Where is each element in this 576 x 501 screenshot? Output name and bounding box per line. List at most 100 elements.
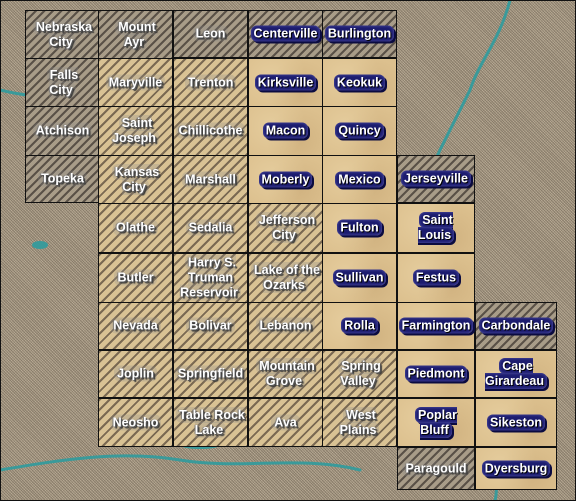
quad-harry-s-truman-reservoir[interactable]: Harry S. Truman Reservoir bbox=[173, 253, 248, 303]
quad-sikeston[interactable]: Sikeston bbox=[475, 398, 557, 447]
quad-cape-girardeau[interactable]: Cape Girardeau bbox=[475, 350, 557, 398]
quad-mexico[interactable]: Mexico bbox=[322, 155, 397, 205]
quad-spring-valley[interactable]: Spring Valley bbox=[322, 350, 397, 398]
quad-label: Leon bbox=[174, 25, 247, 42]
quad-sullivan[interactable]: Sullivan bbox=[322, 253, 397, 303]
quad-label-text: Sedalia bbox=[185, 219, 236, 236]
quad-label-text: Nebraska City bbox=[32, 19, 93, 50]
quad-marshall[interactable]: Marshall bbox=[173, 155, 248, 205]
quad-label-text: Atchison bbox=[32, 122, 93, 139]
quad-farmington[interactable]: Farmington bbox=[397, 302, 475, 350]
quad-trenton[interactable]: Trenton bbox=[173, 58, 248, 108]
quad-label: Trenton bbox=[174, 74, 247, 91]
quad-label: Topeka bbox=[26, 170, 99, 187]
quad-label-text: Saint Joseph bbox=[112, 115, 159, 146]
quad-label-text: Keokuk bbox=[333, 74, 386, 91]
quad-label-text: Poplar Bluff bbox=[415, 406, 457, 438]
quad-joplin[interactable]: Joplin bbox=[98, 350, 173, 398]
quad-maryville[interactable]: Maryville bbox=[98, 58, 173, 108]
quad-piedmont[interactable]: Piedmont bbox=[397, 350, 475, 398]
quad-olathe[interactable]: Olathe bbox=[98, 203, 173, 253]
quad-west-plains[interactable]: West Plains bbox=[322, 398, 397, 447]
quad-label-text: Cape Girardeau bbox=[484, 358, 548, 389]
quad-label-text: Carbondale bbox=[478, 317, 554, 334]
quad-chillicothe[interactable]: Chillicothe bbox=[173, 106, 248, 156]
quad-jerseyville[interactable]: Jerseyville bbox=[397, 155, 475, 203]
quad-macon[interactable]: Macon bbox=[248, 106, 323, 156]
quad-label-text: Quincy bbox=[335, 122, 384, 139]
quad-centerville[interactable]: Centerville bbox=[248, 10, 323, 58]
quad-jefferson-city[interactable]: Jefferson City bbox=[248, 203, 323, 253]
quad-label: Centerville bbox=[249, 25, 322, 42]
quad-label-text: Spring Valley bbox=[338, 358, 381, 389]
quad-springfield[interactable]: Springfield bbox=[173, 350, 248, 398]
quad-label-text: Mountain Grove bbox=[256, 358, 315, 389]
quad-kirksville[interactable]: Kirksville bbox=[248, 58, 323, 108]
quad-label: Cape Girardeau bbox=[476, 358, 556, 389]
quad-topeka[interactable]: Topeka bbox=[25, 155, 100, 203]
quad-label: Spring Valley bbox=[323, 358, 396, 389]
quad-label-text: Rolla bbox=[341, 317, 378, 334]
quad-label-text: Leon bbox=[192, 25, 229, 42]
quad-table-rock-lake[interactable]: Table Rock Lake bbox=[173, 398, 248, 447]
quad-label: Keokuk bbox=[323, 74, 396, 91]
quad-label-text: Moberly bbox=[258, 171, 313, 188]
quad-butler[interactable]: Butler bbox=[98, 253, 173, 303]
quad-label: Mexico bbox=[323, 171, 396, 188]
quad-burlington[interactable]: Burlington bbox=[322, 10, 397, 58]
quad-label-text: Table Rock Lake bbox=[176, 406, 245, 438]
quad-label-text: Jerseyville bbox=[401, 170, 471, 187]
quad-label-text: Olathe bbox=[113, 219, 158, 236]
quad-carbondale[interactable]: Carbondale bbox=[475, 302, 557, 350]
quad-label: Burlington bbox=[323, 25, 396, 42]
quad-fulton[interactable]: Fulton bbox=[322, 203, 397, 253]
quad-dyersburg[interactable]: Dyersburg bbox=[475, 447, 557, 490]
quad-lake-of-the-ozarks[interactable]: Lake of the Ozarks bbox=[248, 253, 323, 303]
quad-label-text: Trenton bbox=[184, 74, 237, 91]
quad-mountain-grove[interactable]: Mountain Grove bbox=[248, 350, 323, 398]
quad-mount-ayr[interactable]: Mount Ayr bbox=[98, 10, 173, 60]
quad-quincy[interactable]: Quincy bbox=[322, 106, 397, 156]
quad-label-text: Sullivan bbox=[332, 269, 387, 286]
quad-label: Mountain Grove bbox=[249, 358, 322, 389]
quad-label-text: Springfield bbox=[174, 365, 247, 382]
quad-neosho[interactable]: Neosho bbox=[98, 398, 173, 447]
quad-nebraska-city[interactable]: Nebraska City bbox=[25, 10, 100, 60]
quad-label: Macon bbox=[249, 122, 322, 139]
quad-festus[interactable]: Festus bbox=[397, 253, 475, 303]
quad-label-text: Lebanon bbox=[256, 317, 315, 334]
quad-label: Table Rock Lake bbox=[174, 406, 247, 438]
quad-label: Nebraska City bbox=[26, 19, 99, 50]
quad-label: Sullivan bbox=[323, 269, 396, 286]
quad-falls-city[interactable]: Falls City bbox=[25, 58, 100, 108]
quad-label: Lebanon bbox=[249, 317, 322, 334]
quad-label: Maryville bbox=[99, 74, 172, 91]
quad-label-text: Mount Ayr bbox=[115, 19, 156, 50]
quad-label-text: Saint Louis bbox=[417, 212, 455, 243]
quad-label-text: Piedmont bbox=[404, 365, 468, 382]
quad-leon[interactable]: Leon bbox=[173, 10, 248, 58]
quad-ava[interactable]: Ava bbox=[248, 398, 323, 447]
quad-label: Piedmont bbox=[398, 365, 474, 382]
quad-rolla[interactable]: Rolla bbox=[322, 302, 397, 350]
quad-label: Quincy bbox=[323, 122, 396, 139]
quad-moberly[interactable]: Moberly bbox=[248, 155, 323, 205]
quad-keokuk[interactable]: Keokuk bbox=[322, 58, 397, 108]
quad-label: Rolla bbox=[323, 317, 396, 334]
quad-paragould[interactable]: Paragould bbox=[397, 447, 475, 490]
quad-label-text: Topeka bbox=[38, 170, 87, 187]
quad-atchison[interactable]: Atchison bbox=[25, 106, 100, 156]
quad-saint-louis[interactable]: Saint Louis bbox=[397, 203, 475, 253]
quad-nevada[interactable]: Nevada bbox=[98, 302, 173, 350]
quad-sedalia[interactable]: Sedalia bbox=[173, 203, 248, 253]
quad-label-text: Falls City bbox=[46, 67, 79, 98]
quad-label-text: Harry S. Truman Reservoir bbox=[180, 254, 241, 301]
quad-saint-joseph[interactable]: Saint Joseph bbox=[98, 106, 173, 156]
quad-lebanon[interactable]: Lebanon bbox=[248, 302, 323, 350]
quad-label-text: Centerville bbox=[250, 25, 321, 42]
quad-poplar-bluff[interactable]: Poplar Bluff bbox=[397, 398, 475, 447]
quad-bolivar[interactable]: Bolivar bbox=[173, 302, 248, 350]
quad-kansas-city[interactable]: Kansas City bbox=[98, 155, 173, 205]
quad-label-text: Joplin bbox=[114, 365, 157, 382]
quad-label: Lake of the Ozarks bbox=[249, 262, 322, 293]
